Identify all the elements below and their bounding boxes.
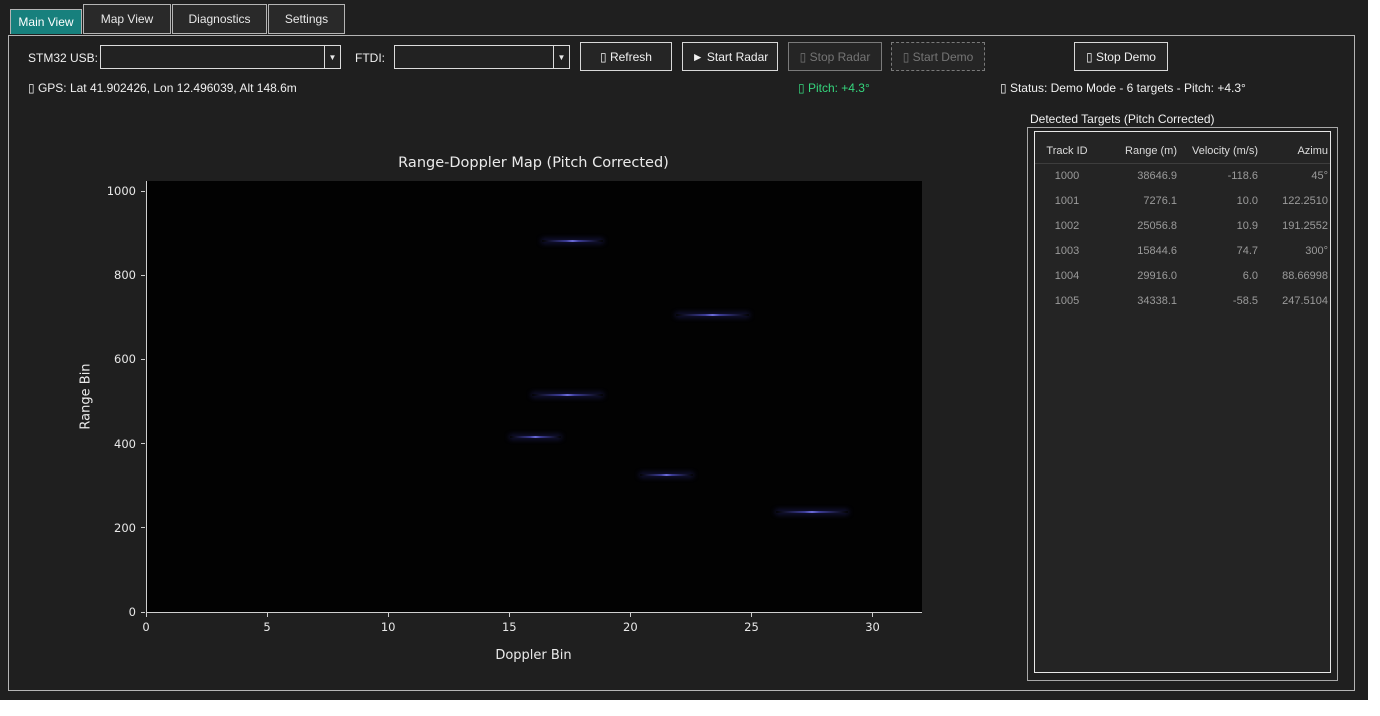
target-streak (542, 240, 603, 242)
chevron-down-icon: ▼ (324, 46, 340, 68)
stm32-usb-combobox[interactable]: ▼ (100, 45, 341, 69)
stm32-usb-label: STM32 USB: (28, 51, 98, 65)
cell-velocity: 10.9 (1185, 214, 1267, 239)
table-row[interactable]: 100429916.06.088.66998 (1035, 264, 1330, 289)
targets-table: Track ID Range (m) Velocity (m/s) Azimu … (1034, 131, 1331, 673)
target-streak (510, 436, 561, 438)
target-streak (640, 474, 693, 476)
targets-table-body: 100038646.9-118.645°10017276.110.0122.25… (1035, 164, 1330, 314)
y-tick-label: 400 (90, 437, 136, 451)
x-tick-label: 10 (368, 620, 408, 634)
pitch-label: ▯ Pitch: +4.3° (798, 81, 870, 95)
y-tick-label: 800 (90, 268, 136, 282)
cell-range: 25056.8 (1099, 214, 1185, 239)
screen: Main View Map View Diagnostics Settings … (0, 0, 1380, 716)
cell-azimuth: 300° (1267, 239, 1330, 264)
cell-track-id: 1004 (1035, 264, 1099, 289)
y-tick-label: 600 (90, 352, 136, 366)
tab-settings[interactable]: Settings (268, 4, 345, 34)
table-row[interactable]: 10017276.110.0122.2510 (1035, 189, 1330, 214)
cell-track-id: 1002 (1035, 214, 1099, 239)
target-streak (532, 394, 602, 396)
x-tick-label: 15 (489, 620, 529, 634)
cell-azimuth: 45° (1267, 164, 1330, 189)
cell-range: 29916.0 (1099, 264, 1185, 289)
cell-azimuth: 88.66998 (1267, 264, 1330, 289)
refresh-button[interactable]: ▯ Refresh (580, 42, 672, 71)
range-doppler-plot (146, 181, 922, 613)
app-window: Main View Map View Diagnostics Settings … (0, 0, 1368, 700)
start-radar-button[interactable]: ► Start Radar (682, 42, 778, 71)
stop-radar-button: ▯ Stop Radar (788, 42, 882, 71)
cell-track-id: 1005 (1035, 289, 1099, 314)
tab-map-view[interactable]: Map View (83, 4, 171, 34)
tab-diagnostics[interactable]: Diagnostics (172, 4, 267, 34)
table-row[interactable]: 100534338.1-58.5247.5104 (1035, 289, 1330, 314)
table-row[interactable]: 100315844.674.7300° (1035, 239, 1330, 264)
start-demo-button: ▯ Start Demo (891, 42, 985, 71)
x-tick-label: 20 (610, 620, 650, 634)
stop-demo-button[interactable]: ▯ Stop Demo (1074, 42, 1168, 71)
target-streak (776, 511, 849, 513)
table-row[interactable]: 100225056.810.9191.2552 (1035, 214, 1330, 239)
cell-range: 38646.9 (1099, 164, 1185, 189)
cell-velocity: 74.7 (1185, 239, 1267, 264)
column-header-azimuth[interactable]: Azimu (1267, 145, 1330, 163)
y-tick-label: 200 (90, 521, 136, 535)
cell-velocity: 10.0 (1185, 189, 1267, 214)
x-tick-label: 30 (853, 620, 893, 634)
cell-range: 15844.6 (1099, 239, 1185, 264)
targets-table-header[interactable]: Track ID Range (m) Velocity (m/s) Azimu (1035, 132, 1330, 164)
ftdi-label: FTDI: (355, 51, 385, 65)
column-header-velocity[interactable]: Velocity (m/s) (1185, 145, 1267, 163)
chart-title: Range-Doppler Map (Pitch Corrected) (146, 155, 921, 171)
gps-status-label: ▯ GPS: Lat 41.902426, Lon 12.496039, Alt… (28, 81, 297, 95)
ftdi-combobox[interactable]: ▼ (394, 45, 570, 69)
cell-track-id: 1001 (1035, 189, 1099, 214)
table-row[interactable]: 100038646.9-118.645° (1035, 164, 1330, 189)
cell-azimuth: 191.2552 (1267, 214, 1330, 239)
cell-velocity: -58.5 (1185, 289, 1267, 314)
column-header-track-id[interactable]: Track ID (1035, 145, 1099, 163)
cell-azimuth: 122.2510 (1267, 189, 1330, 214)
cell-track-id: 1003 (1035, 239, 1099, 264)
y-tick-label: 1000 (90, 184, 136, 198)
y-tick-label: 0 (90, 605, 136, 619)
cell-range: 7276.1 (1099, 189, 1185, 214)
x-tick-label: 25 (731, 620, 771, 634)
cell-velocity: 6.0 (1185, 264, 1267, 289)
targets-panel-title: Detected Targets (Pitch Corrected) (1030, 112, 1215, 126)
cell-range: 34338.1 (1099, 289, 1185, 314)
cell-track-id: 1000 (1035, 164, 1099, 189)
x-tick-label: 5 (247, 620, 287, 634)
target-streak (676, 314, 749, 316)
y-axis-label: Range Bin (79, 297, 94, 497)
x-tick-label: 0 (126, 620, 166, 634)
column-header-range[interactable]: Range (m) (1099, 145, 1185, 163)
chevron-down-icon: ▼ (553, 46, 569, 68)
tab-main-view[interactable]: Main View (10, 9, 82, 34)
x-axis-label: Doppler Bin (146, 648, 921, 663)
cell-velocity: -118.6 (1185, 164, 1267, 189)
status-label: ▯ Status: Demo Mode - 6 targets - Pitch:… (1000, 81, 1246, 95)
cell-azimuth: 247.5104 (1267, 289, 1330, 314)
